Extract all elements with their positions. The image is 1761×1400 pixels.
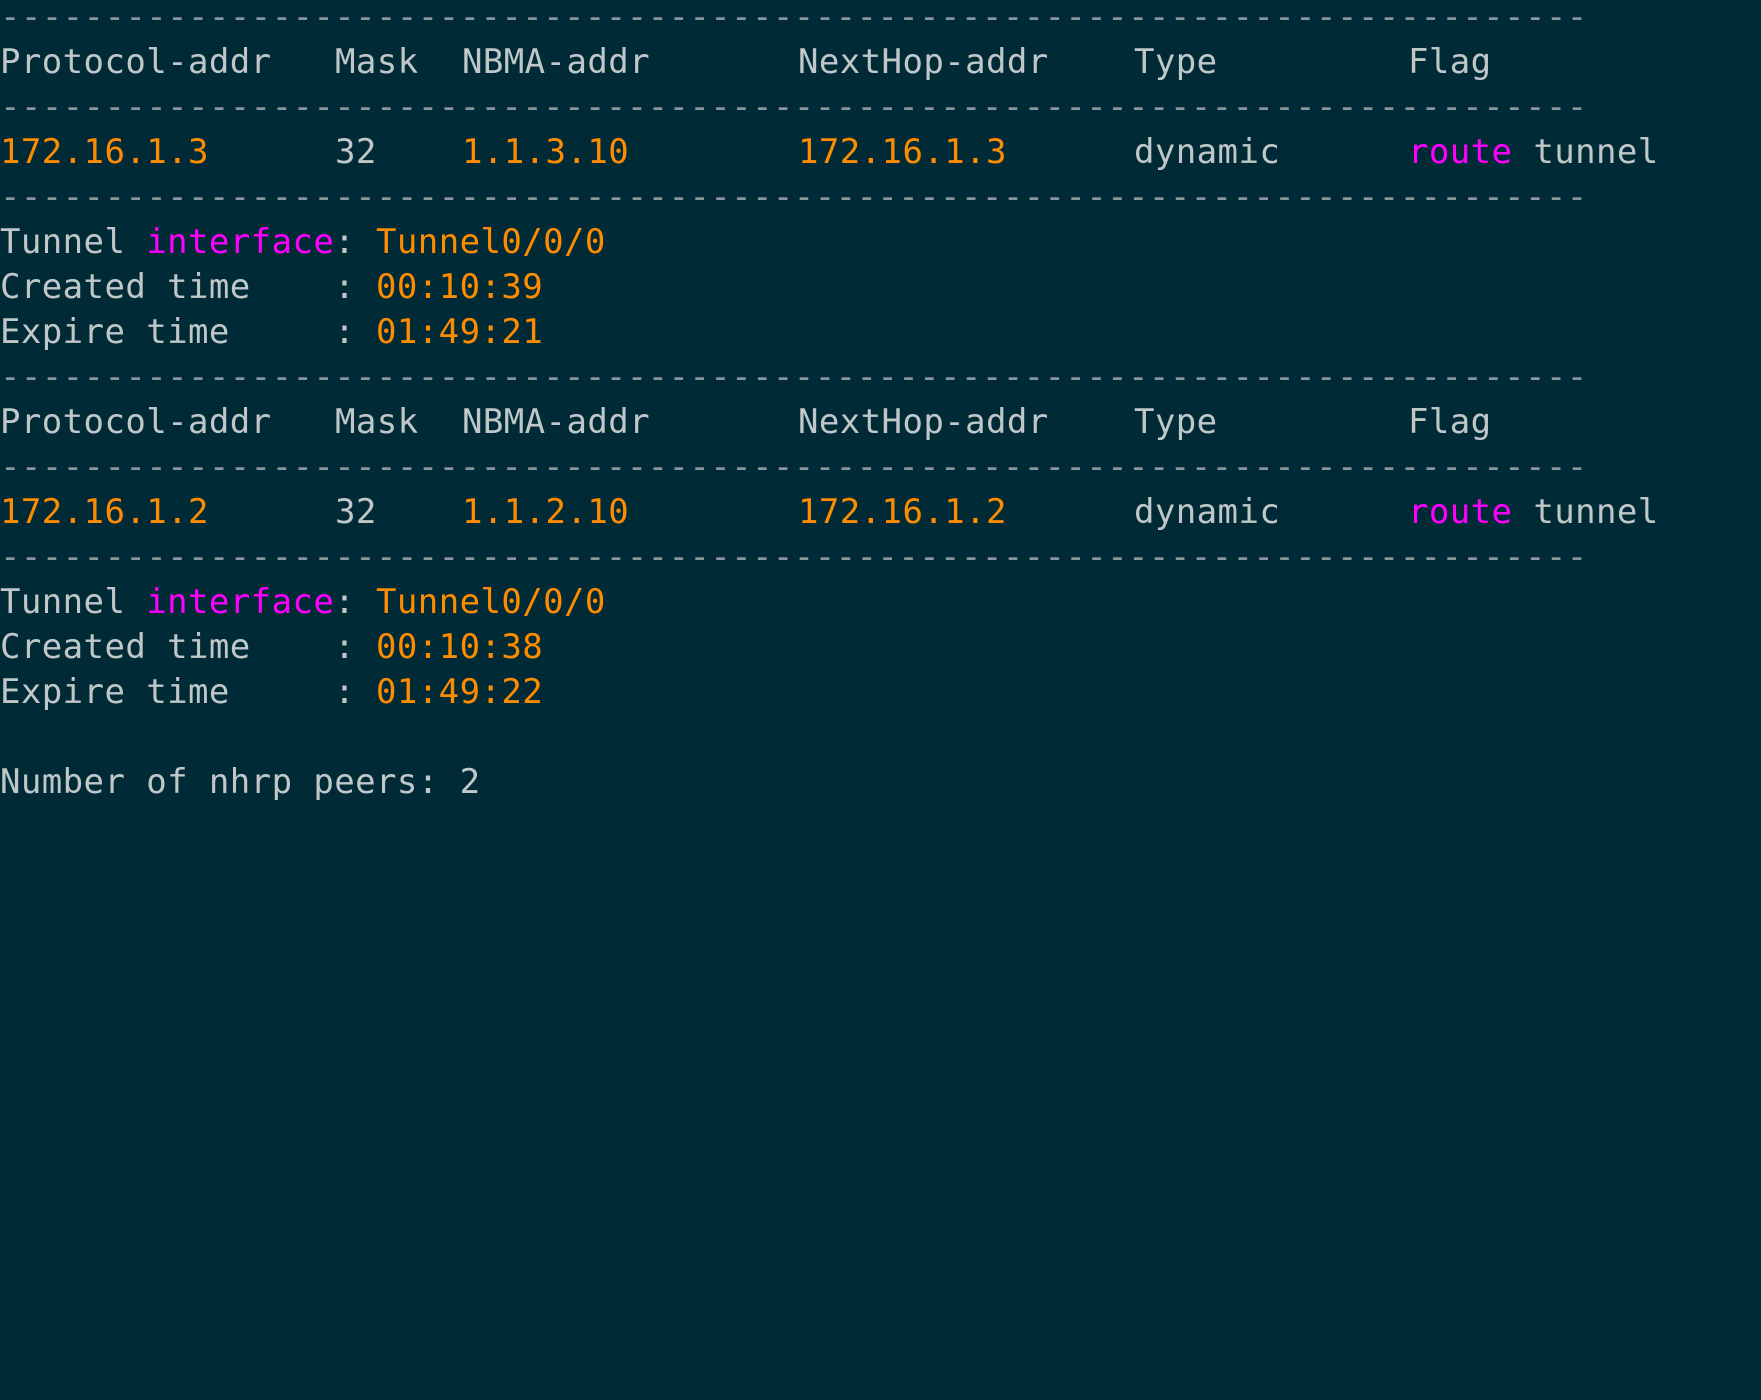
header-nexthop-addr: NextHop-addr xyxy=(798,42,1049,82)
header-mask: Mask xyxy=(335,42,419,82)
tunnel-colon: : xyxy=(334,582,377,622)
header-protocol-addr: Protocol-addr xyxy=(0,42,272,82)
terminal-output[interactable]: ----------------------------------------… xyxy=(0,0,1761,808)
tunnel-interface-line: Tunnel interface: Tunnel0/0/0 xyxy=(0,580,606,625)
nbma-addr-value: 1.1.2.10 xyxy=(462,492,630,532)
nexthop-addr-value: 172.16.1.3 xyxy=(798,132,1007,172)
type-value: dynamic xyxy=(1134,132,1281,172)
created-time-line: Created time : 00:10:39 xyxy=(0,265,543,310)
created-time-label: Created time : xyxy=(0,627,377,667)
interface-keyword: interface xyxy=(146,582,335,622)
tunnel-interface-value: Tunnel0/0/0 xyxy=(376,222,606,262)
separator-line: ----------------------------------------… xyxy=(0,447,1588,487)
header-nbma-addr: NBMA-addr xyxy=(462,42,651,82)
header-flag: Flag xyxy=(1408,42,1492,82)
mask-value: 32 xyxy=(335,132,377,172)
protocol-addr-value: 172.16.1.3 xyxy=(0,132,209,172)
flag-value: route tunnel xyxy=(1408,130,1659,175)
tunnel-colon: : xyxy=(334,222,377,262)
separator-line: ----------------------------------------… xyxy=(0,87,1588,127)
peer-count-label: Number of nhrp peers: xyxy=(0,762,460,802)
tunnel-label: Tunnel xyxy=(0,222,147,262)
header-protocol-addr: Protocol-addr xyxy=(0,402,272,442)
peer-row: 172.16.1.2 32 1.1.2.10 172.16.1.2 dynami… xyxy=(0,490,1658,535)
flag-route-keyword: route xyxy=(1408,132,1513,172)
expire-time-label: Expire time : xyxy=(0,672,377,712)
header-flag: Flag xyxy=(1408,402,1492,442)
created-time-value: 00:10:38 xyxy=(376,627,544,667)
separator-line: ----------------------------------------… xyxy=(0,357,1588,397)
flag-tunnel-text: tunnel xyxy=(1512,492,1659,532)
header-nbma-addr: NBMA-addr xyxy=(462,402,651,442)
created-time-value: 00:10:39 xyxy=(376,267,544,307)
expire-time-value: 01:49:21 xyxy=(376,312,544,352)
separator-line: ----------------------------------------… xyxy=(0,177,1588,217)
expire-time-value: 01:49:22 xyxy=(376,672,544,712)
peer-count-value: 2 xyxy=(459,762,481,802)
separator-line: ----------------------------------------… xyxy=(0,537,1588,577)
mask-value: 32 xyxy=(335,492,377,532)
header-mask: Mask xyxy=(335,402,419,442)
separator-line: ----------------------------------------… xyxy=(0,0,1588,37)
header-type: Type xyxy=(1134,402,1218,442)
peer-count-line: Number of nhrp peers: 2 xyxy=(0,760,480,805)
protocol-addr-value: 172.16.1.2 xyxy=(0,492,209,532)
expire-time-line: Expire time : 01:49:22 xyxy=(0,670,543,715)
expire-time-label: Expire time : xyxy=(0,312,377,352)
expire-time-line: Expire time : 01:49:21 xyxy=(0,310,543,355)
tunnel-interface-value: Tunnel0/0/0 xyxy=(376,582,606,622)
tunnel-interface-line: Tunnel interface: Tunnel0/0/0 xyxy=(0,220,606,265)
header-type: Type xyxy=(1134,42,1218,82)
table-header-row: Protocol-addr Mask NBMA-addr NextHop-add… xyxy=(0,40,1491,85)
peer-row: 172.16.1.3 32 1.1.3.10 172.16.1.3 dynami… xyxy=(0,130,1658,175)
nbma-addr-value: 1.1.3.10 xyxy=(462,132,630,172)
table-header-row: Protocol-addr Mask NBMA-addr NextHop-add… xyxy=(0,400,1491,445)
created-time-line: Created time : 00:10:38 xyxy=(0,625,543,670)
nexthop-addr-value: 172.16.1.2 xyxy=(798,492,1007,532)
interface-keyword: interface xyxy=(146,222,335,262)
flag-value: route tunnel xyxy=(1408,490,1659,535)
type-value: dynamic xyxy=(1134,492,1281,532)
tunnel-label: Tunnel xyxy=(0,582,147,622)
created-time-label: Created time : xyxy=(0,267,377,307)
header-nexthop-addr: NextHop-addr xyxy=(798,402,1049,442)
flag-tunnel-text: tunnel xyxy=(1512,132,1659,172)
flag-route-keyword: route xyxy=(1408,492,1513,532)
